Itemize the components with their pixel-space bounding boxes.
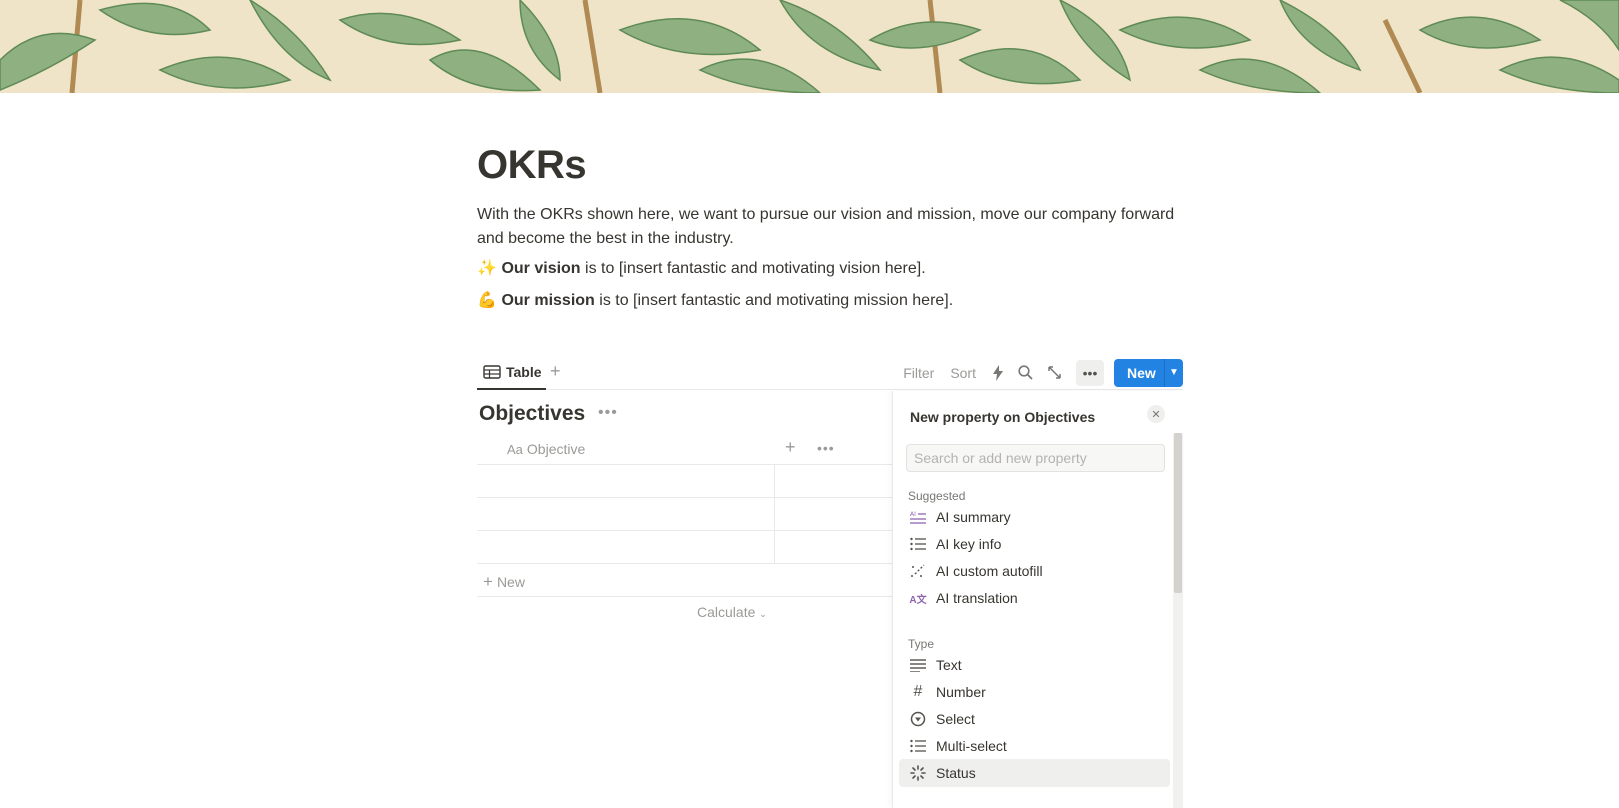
hash-icon: # [913, 683, 923, 700]
calculate-button[interactable]: Calculate ⌄ [697, 604, 767, 620]
cell-divider [774, 498, 775, 531]
table-header: Aa Objective + ••• [477, 432, 893, 465]
new-property-panel: New property on Objectives ✕ Suggested A… [892, 391, 1183, 808]
tab-table[interactable]: Table [477, 355, 546, 390]
property-type-status[interactable]: Status [899, 759, 1170, 787]
column-header-objective[interactable]: Aa Objective [507, 441, 585, 457]
sort-button[interactable]: Sort [950, 365, 976, 381]
vision-line[interactable]: ✨ Our vision is to [insert fantastic and… [477, 257, 926, 281]
vision-label: Our vision [501, 260, 581, 277]
database-view-bar: Table + Filter Sort ••• New ▼ [477, 355, 1183, 390]
property-option-label: AI custom autofill [936, 563, 1043, 579]
property-option-label: AI summary [936, 509, 1011, 525]
new-row-button[interactable]: + New [477, 564, 893, 597]
property-option-ai-translation[interactable]: A文 AI translation [899, 584, 1170, 612]
table-icon [483, 364, 501, 379]
property-search-input[interactable] [906, 444, 1165, 472]
property-type-text[interactable]: Text [899, 651, 1170, 679]
cell-divider [774, 531, 775, 564]
mission-label: Our mission [501, 292, 595, 309]
expand-arrows-icon[interactable] [1047, 365, 1062, 380]
column-more-icon[interactable]: ••• [817, 440, 835, 456]
list-icon [909, 737, 927, 755]
property-option-ai-summary[interactable]: AI AI summary [899, 503, 1170, 531]
mission-line[interactable]: 💪 Our mission is to [insert fantastic an… [477, 289, 953, 313]
lightning-automation-icon[interactable] [992, 364, 1004, 381]
ai-summary-icon: AI [909, 508, 927, 526]
property-type-label: Select [936, 711, 975, 727]
property-option-label: AI key info [936, 536, 1002, 552]
property-type-select[interactable]: Select [899, 705, 1170, 733]
database-title[interactable]: Objectives [479, 402, 585, 426]
new-record-label: New [1127, 364, 1156, 381]
database-title-more-icon[interactable]: ••• [598, 404, 618, 422]
list-icon [909, 535, 927, 553]
cell-divider [774, 465, 775, 498]
tab-table-label: Table [506, 363, 542, 380]
select-circle-icon [909, 710, 927, 728]
suggested-section-label: Suggested [908, 489, 966, 503]
property-option-ai-custom-autofill[interactable]: AI custom autofill [899, 557, 1170, 585]
chevron-down-icon[interactable]: ▼ [1165, 367, 1183, 378]
translation-icon: A文 [909, 594, 927, 606]
property-type-label: Text [936, 657, 962, 673]
search-icon[interactable] [1018, 365, 1033, 380]
mission-text: is to [insert fantastic and motivating m… [594, 292, 954, 309]
text-lines-icon [909, 656, 927, 674]
flexed-biceps-icon: 💪 [477, 292, 497, 309]
table-row[interactable] [477, 465, 893, 498]
svg-text:AI: AI [910, 511, 916, 518]
page-title[interactable]: OKRs [477, 143, 587, 188]
property-type-multi-select[interactable]: Multi-select [899, 732, 1170, 760]
table-row[interactable] [477, 498, 893, 531]
intro-paragraph[interactable]: With the OKRs shown here, we want to pur… [477, 203, 1183, 251]
new-record-button[interactable]: New ▼ [1114, 358, 1183, 387]
property-type-number[interactable]: # Number [899, 678, 1170, 706]
type-section-label: Type [908, 637, 935, 651]
close-icon[interactable]: ✕ [1147, 405, 1165, 423]
page-cover-image [0, 0, 1619, 93]
chevron-down-icon: ⌄ [759, 609, 767, 619]
sparkles-icon: ✨ [477, 260, 497, 277]
more-options-button[interactable]: ••• [1076, 359, 1104, 386]
scrollbar-thumb[interactable] [1174, 433, 1182, 593]
filter-button[interactable]: Filter [903, 365, 934, 381]
plus-icon: + [483, 572, 493, 591]
property-option-ai-key-info[interactable]: AI key info [899, 530, 1170, 558]
add-view-icon[interactable]: + [550, 361, 561, 382]
sparkle-wand-icon [909, 562, 927, 580]
add-column-icon[interactable]: + [785, 437, 796, 458]
panel-scrollbar[interactable] [1173, 433, 1183, 808]
vision-text: is to [insert fantastic and motivating v… [580, 260, 926, 277]
property-option-label: AI translation [936, 590, 1018, 606]
title-property-icon: Aa [507, 442, 523, 457]
property-type-label: Multi-select [936, 738, 1007, 754]
status-spinner-icon [909, 764, 927, 782]
panel-title: New property on Objectives [910, 409, 1096, 425]
property-type-label: Number [936, 684, 986, 700]
calculate-label: Calculate [697, 604, 756, 620]
column-header-label: Objective [526, 441, 586, 457]
table-row[interactable] [477, 531, 893, 564]
property-type-label: Status [936, 765, 976, 781]
new-row-label: New [496, 574, 525, 590]
